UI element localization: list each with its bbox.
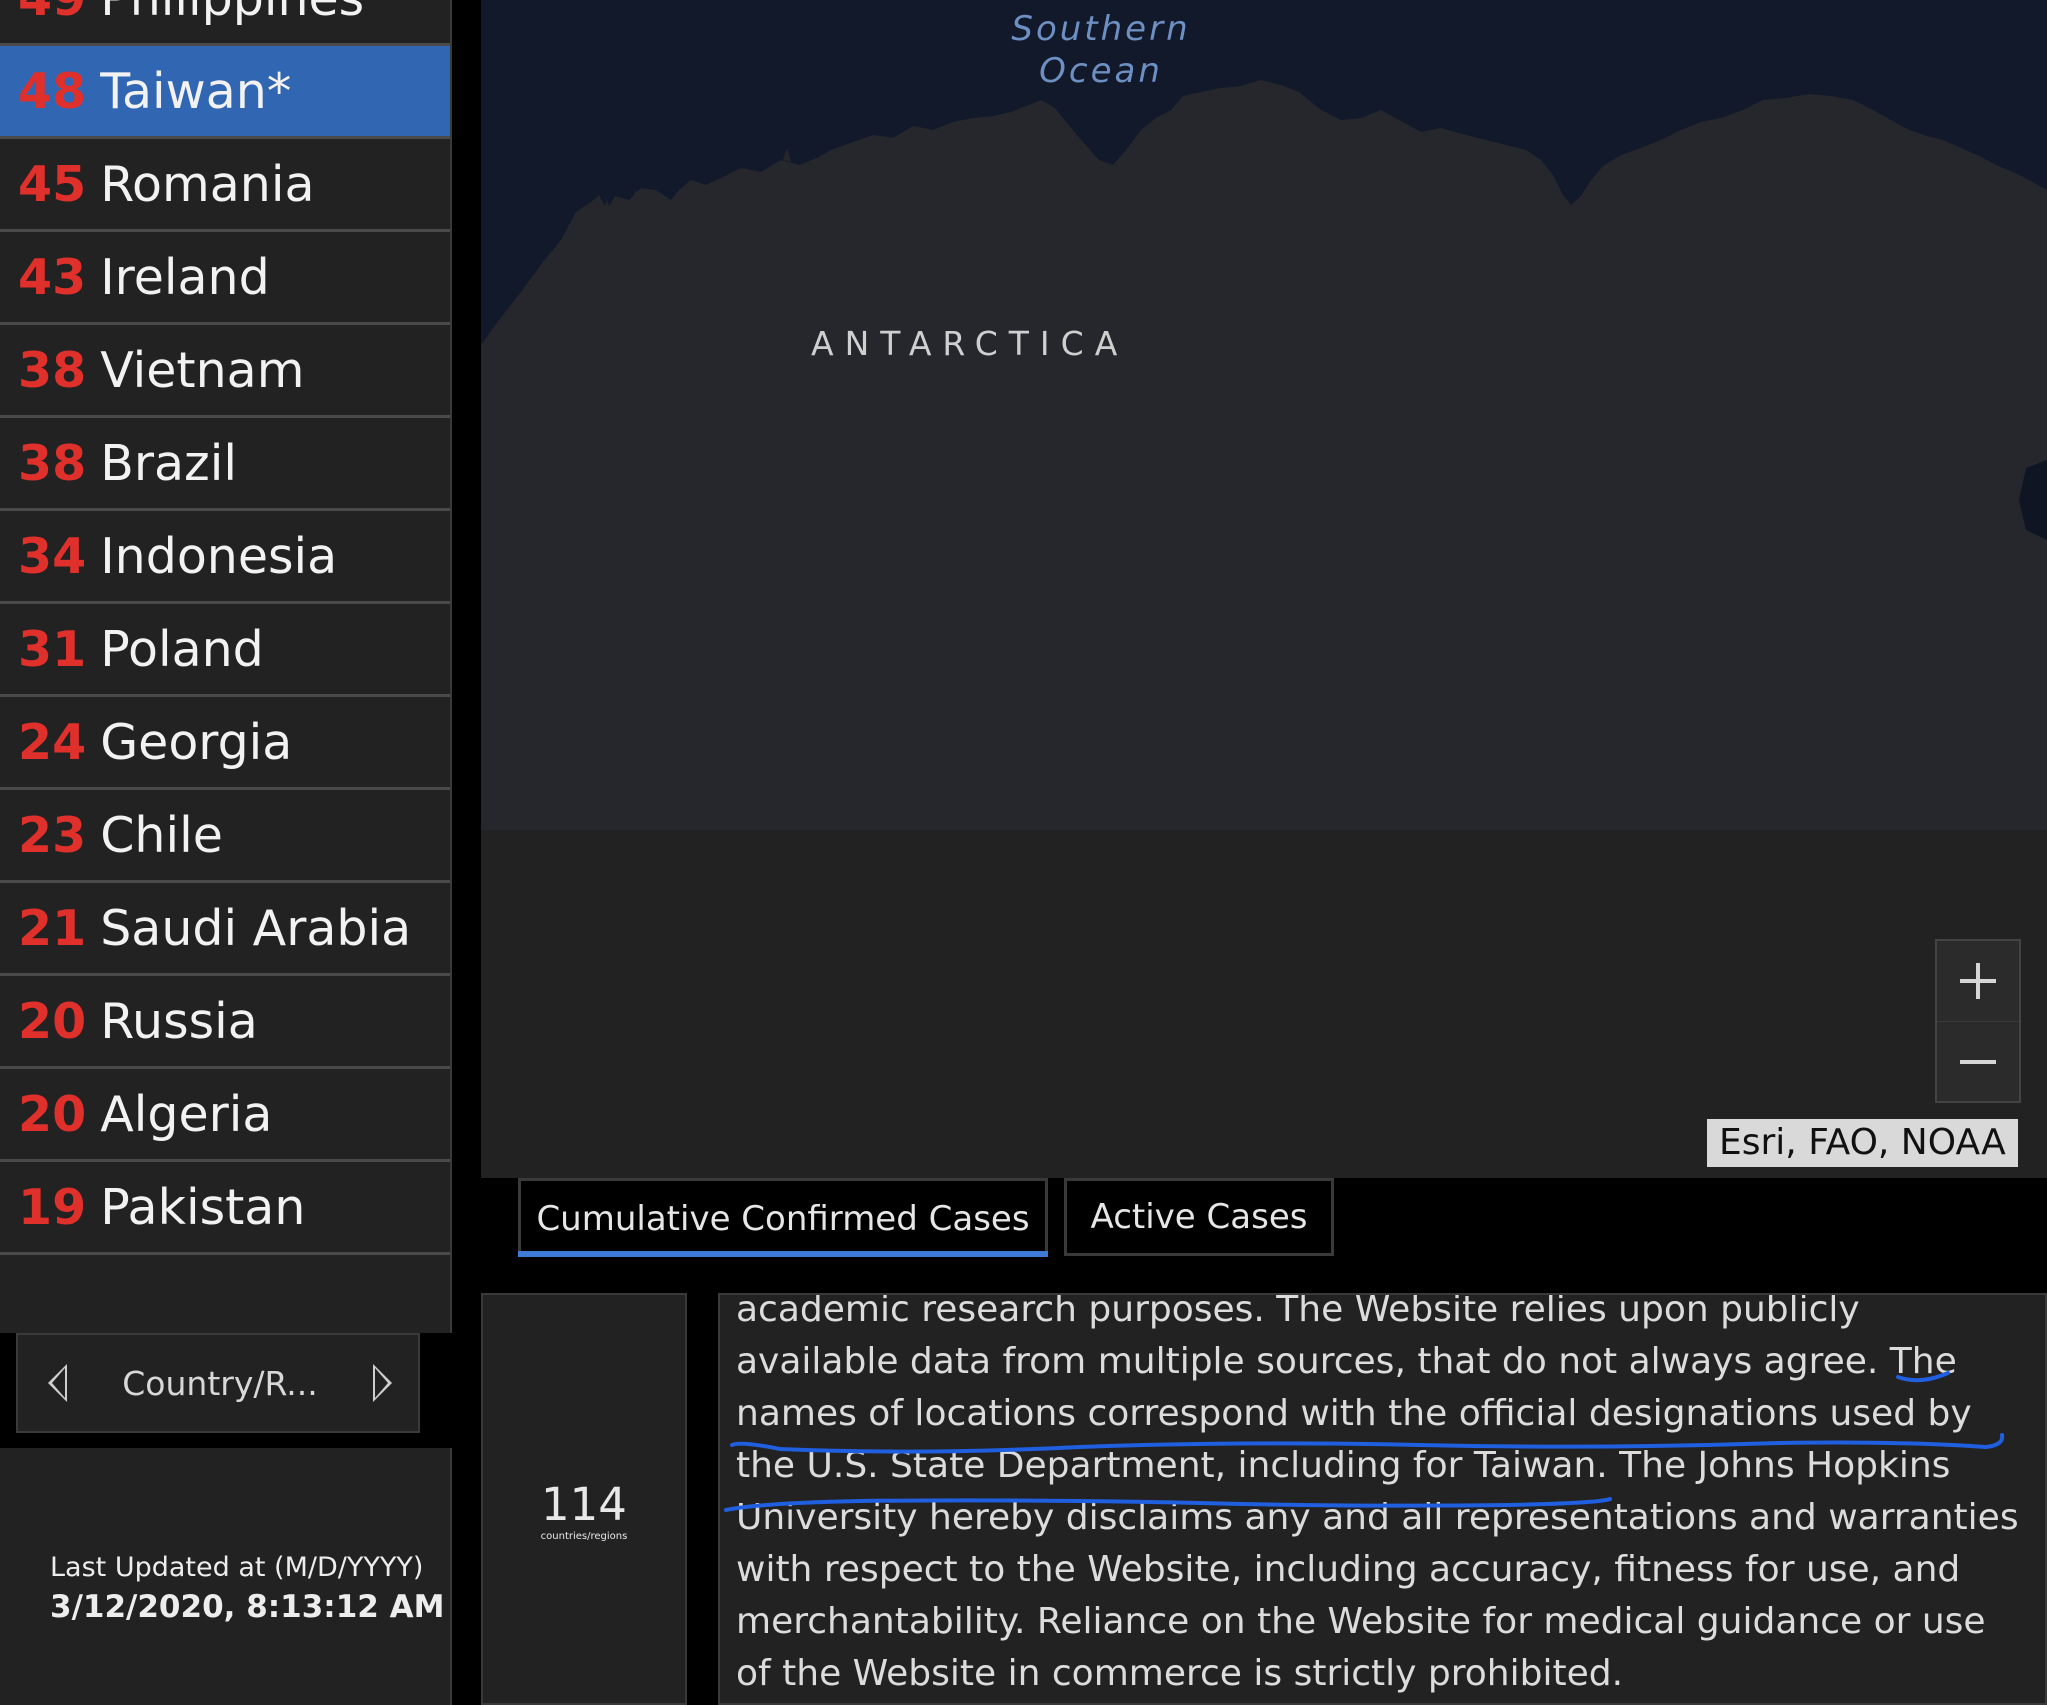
list-item-name: Russia (100, 992, 258, 1050)
list-item-count: 48 (18, 62, 87, 120)
countries-count-panel: 114 countries/regions (481, 1293, 687, 1705)
tab-label: Active Cases (1090, 1197, 1308, 1237)
chevron-left-icon[interactable] (48, 1364, 67, 1402)
list-item[interactable]: 20 Russia (0, 976, 450, 1069)
list-item[interactable]: 38 Vietnam (0, 325, 450, 418)
plus-icon (1960, 963, 1996, 999)
continent-label: ANTARCTICA (811, 324, 1129, 363)
zoom-control (1935, 939, 2021, 1103)
list-item[interactable]: 43 Ireland (0, 232, 450, 325)
pager-label: Country/R... (122, 1363, 318, 1403)
list-item[interactable]: 20 Algeria (0, 1069, 450, 1162)
list-item[interactable]: 45 Romania (0, 139, 450, 232)
last-updated-value: 3/12/2020, 8:13:12 AM (50, 1589, 445, 1625)
minus-icon (1960, 1044, 1996, 1080)
list-item-count: 34 (18, 527, 87, 585)
map-attribution: Esri, FAO, NOAA (1707, 1119, 2018, 1167)
list-item[interactable]: 21 Saudi Arabia (0, 883, 450, 976)
tab-label: Cumulative Confirmed Cases (536, 1198, 1030, 1239)
disclaimer-line: of the Website in commerce is strictly p… (736, 1653, 1624, 1694)
countries-count-value: 114 (541, 1478, 627, 1531)
list-item[interactable]: 23 Chile (0, 790, 450, 883)
ocean-label-line2: Ocean (1039, 51, 1163, 91)
tab-active-cases[interactable]: Active Cases (1064, 1178, 1334, 1256)
list-item-name: Algeria (100, 1085, 273, 1143)
last-updated-panel: Last Updated at (M/D/YYYY) 3/12/2020, 8:… (0, 1448, 452, 1705)
list-item-count: 38 (18, 341, 87, 399)
list-item[interactable]: 34 Indonesia (0, 511, 450, 604)
tab-cumulative-confirmed-cases[interactable]: Cumulative Confirmed Cases (518, 1178, 1048, 1256)
list-item-count: 38 (18, 434, 87, 492)
disclaimer-line: names of locations correspond with the o… (736, 1393, 1972, 1434)
list-item[interactable]: 31 Poland (0, 604, 450, 697)
list-item-count: 23 (18, 806, 87, 864)
country-list[interactable]: 49 Philippines 48 Taiwan* 45 Romania 43 … (0, 0, 452, 1333)
list-item-selected[interactable]: 48 Taiwan* (0, 46, 450, 139)
list-item[interactable]: 19 Pakistan (0, 1162, 450, 1255)
disclaimer-line: the U.S. State Department, including for… (736, 1445, 1951, 1486)
active-tab-indicator (518, 1251, 1048, 1257)
list-item-count: 24 (18, 713, 87, 771)
list-item-name: Georgia (100, 713, 293, 771)
list-pager: Country/R... (16, 1333, 420, 1433)
list-item-count: 20 (18, 1085, 87, 1143)
list-item-name: Pakistan (100, 1178, 306, 1236)
list-item-name: Vietnam (100, 341, 305, 399)
list-item-name: Taiwan* (100, 62, 292, 120)
zoom-out-button[interactable] (1937, 1022, 2019, 1102)
list-item-count: 20 (18, 992, 87, 1050)
disclaimer-line: merchantability. Reliance on the Website… (736, 1601, 1986, 1642)
list-item-name: Indonesia (100, 527, 338, 585)
dashboard: 49 Philippines 48 Taiwan* 45 Romania 43 … (0, 0, 2047, 1705)
list-item-name: Chile (100, 806, 223, 864)
list-item-count: 21 (18, 899, 87, 957)
list-item-count: 49 (18, 0, 86, 23)
list-item-name: Romania (100, 155, 315, 213)
list-item-count: 45 (18, 155, 87, 213)
list-item[interactable]: 38 Brazil (0, 418, 450, 511)
list-item-name: Poland (100, 620, 264, 678)
list-item-name: Philippines (100, 0, 364, 23)
list-item-name: Ireland (100, 248, 270, 306)
ocean-label: Southern Ocean (951, 8, 1251, 92)
countries-count-label: countries/regions (540, 1531, 628, 1542)
last-updated-label: Last Updated at (M/D/YYYY) (50, 1552, 424, 1583)
list-item-count: 31 (18, 620, 87, 678)
list-item[interactable]: 49 Philippines (0, 0, 450, 46)
list-item-name: Brazil (100, 434, 237, 492)
ocean-label-line1: Southern (1011, 9, 1191, 49)
antarctica-basemap (481, 0, 2047, 1178)
list-item-count: 19 (18, 1178, 87, 1236)
disclaimer-line: academic research purposes. The Website … (736, 1293, 1860, 1330)
disclaimer-line: University hereby disclaims any and all … (736, 1497, 2019, 1538)
list-item[interactable]: 24 Georgia (0, 697, 450, 790)
map-view[interactable]: Southern Ocean ANTARCTICA Esri, FAO, NOA… (481, 0, 2047, 1178)
chevron-right-icon[interactable] (372, 1364, 392, 1402)
disclaimer-line: available data from multiple sources, th… (736, 1341, 1957, 1382)
zoom-in-button[interactable] (1937, 941, 2019, 1022)
disclaimer-line: with respect to the Website, including a… (736, 1549, 1961, 1590)
list-item-count: 43 (18, 248, 87, 306)
disclaimer-panel[interactable]: academic research purposes. The Website … (718, 1293, 2047, 1705)
list-item-name: Saudi Arabia (100, 899, 412, 957)
